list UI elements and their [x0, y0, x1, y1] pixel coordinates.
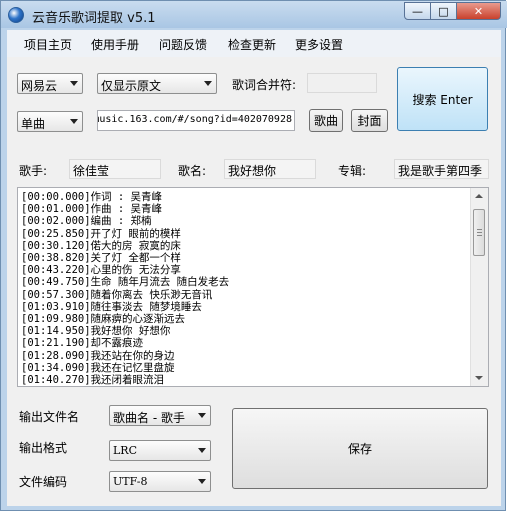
menu-item-homepage[interactable]: 项目主页	[24, 36, 72, 53]
maximize-button[interactable]: □	[430, 2, 457, 20]
album-value: 我是歌手第四季	[398, 164, 483, 178]
song-button[interactable]: 歌曲	[309, 109, 343, 132]
source-select[interactable]: 网易云	[17, 73, 83, 94]
type-select[interactable]: 单曲	[17, 111, 83, 132]
app-icon	[8, 7, 24, 23]
chevron-down-icon	[198, 479, 206, 484]
menu-item-check-update[interactable]: 检查更新	[228, 36, 276, 53]
encoding-select[interactable]: UTF-8	[109, 471, 211, 492]
song-name-field: 我好想你	[224, 159, 316, 179]
encoding-select-value: UTF-8	[113, 475, 148, 488]
url-input-value: https://music.163.com/#/song?id=40207092…	[98, 114, 292, 125]
window-title: 云音乐歌词提取 v5.1	[32, 11, 156, 26]
song-button-label: 歌曲	[313, 114, 338, 128]
type-select-value: 单曲	[21, 117, 46, 131]
scrollbar-thumb[interactable]	[473, 209, 485, 256]
app-window: 云音乐歌词提取 v5.1 — □ ✕ 项目主页 使用手册 问题反馈 检查更新 更…	[0, 0, 507, 511]
save-button[interactable]: 保存	[232, 408, 488, 489]
album-label: 专辑:	[338, 164, 367, 178]
maximize-icon: □	[438, 4, 449, 18]
grip-line	[477, 232, 482, 233]
singer-value: 徐佳莹	[73, 164, 110, 178]
lyrics-content: [00:00.000]作词 : 吴青峰 [00:01.000]作曲 : 吴青峰 …	[21, 191, 230, 387]
source-select-value: 网易云	[21, 79, 58, 93]
chevron-down-icon	[198, 448, 206, 453]
filename-select[interactable]: 歌曲名 - 歌手	[109, 405, 211, 426]
scroll-down-icon[interactable]	[475, 376, 483, 380]
lyrics-scrollbar[interactable]	[470, 188, 488, 386]
chevron-down-icon	[70, 81, 78, 86]
singer-label: 歌手:	[19, 164, 48, 178]
grip-line	[477, 229, 482, 230]
chevron-down-icon	[204, 81, 212, 86]
chevron-down-icon	[70, 119, 78, 124]
merge-input[interactable]	[307, 73, 377, 93]
format-select-value: LRC	[113, 444, 138, 457]
cover-button-label: 封面	[357, 114, 382, 128]
menu-bar: 项目主页 使用手册 问题反馈 检查更新 更多设置	[7, 30, 501, 58]
album-field: 我是歌手第四季	[394, 159, 489, 179]
close-icon: ✕	[473, 4, 484, 18]
minimize-button[interactable]: —	[404, 2, 431, 20]
display-mode-select[interactable]: 仅显示原文	[97, 73, 217, 94]
save-button-label: 保存	[347, 442, 372, 456]
minimize-icon: —	[412, 4, 423, 18]
cover-button[interactable]: 封面	[351, 109, 388, 132]
filename-label: 输出文件名	[19, 410, 80, 424]
format-select[interactable]: LRC	[109, 440, 211, 461]
title-bar[interactable]: 云音乐歌词提取 v5.1 — □ ✕	[1, 1, 507, 28]
filename-select-value: 歌曲名 - 歌手	[113, 411, 185, 425]
menu-item-manual[interactable]: 使用手册	[91, 36, 139, 53]
grip-line	[477, 235, 482, 236]
close-button[interactable]: ✕	[456, 2, 501, 20]
display-mode-value: 仅显示原文	[101, 79, 162, 93]
chevron-down-icon	[198, 413, 206, 418]
encoding-label: 文件编码	[19, 475, 68, 489]
song-name-value: 我好想你	[228, 164, 277, 178]
format-label: 输出格式	[19, 441, 68, 455]
menu-item-feedback[interactable]: 问题反馈	[159, 36, 207, 53]
lyrics-textarea[interactable]: [00:00.000]作词 : 吴青峰 [00:01.000]作曲 : 吴青峰 …	[17, 187, 489, 387]
main-panel: 网易云 仅显示原文 歌词合并符: 搜索 Enter 单曲 https://mus…	[7, 57, 501, 506]
menu-item-more-settings[interactable]: 更多设置	[295, 36, 343, 53]
url-input[interactable]: https://music.163.com/#/song?id=40207092…	[97, 110, 295, 131]
singer-field: 徐佳莹	[69, 159, 161, 179]
search-button[interactable]: 搜索 Enter	[397, 67, 488, 131]
scroll-up-icon[interactable]	[475, 194, 483, 198]
song-name-label: 歌名:	[178, 164, 207, 178]
search-button-label: 搜索 Enter	[412, 92, 473, 107]
merge-label: 歌词合并符:	[232, 78, 297, 92]
